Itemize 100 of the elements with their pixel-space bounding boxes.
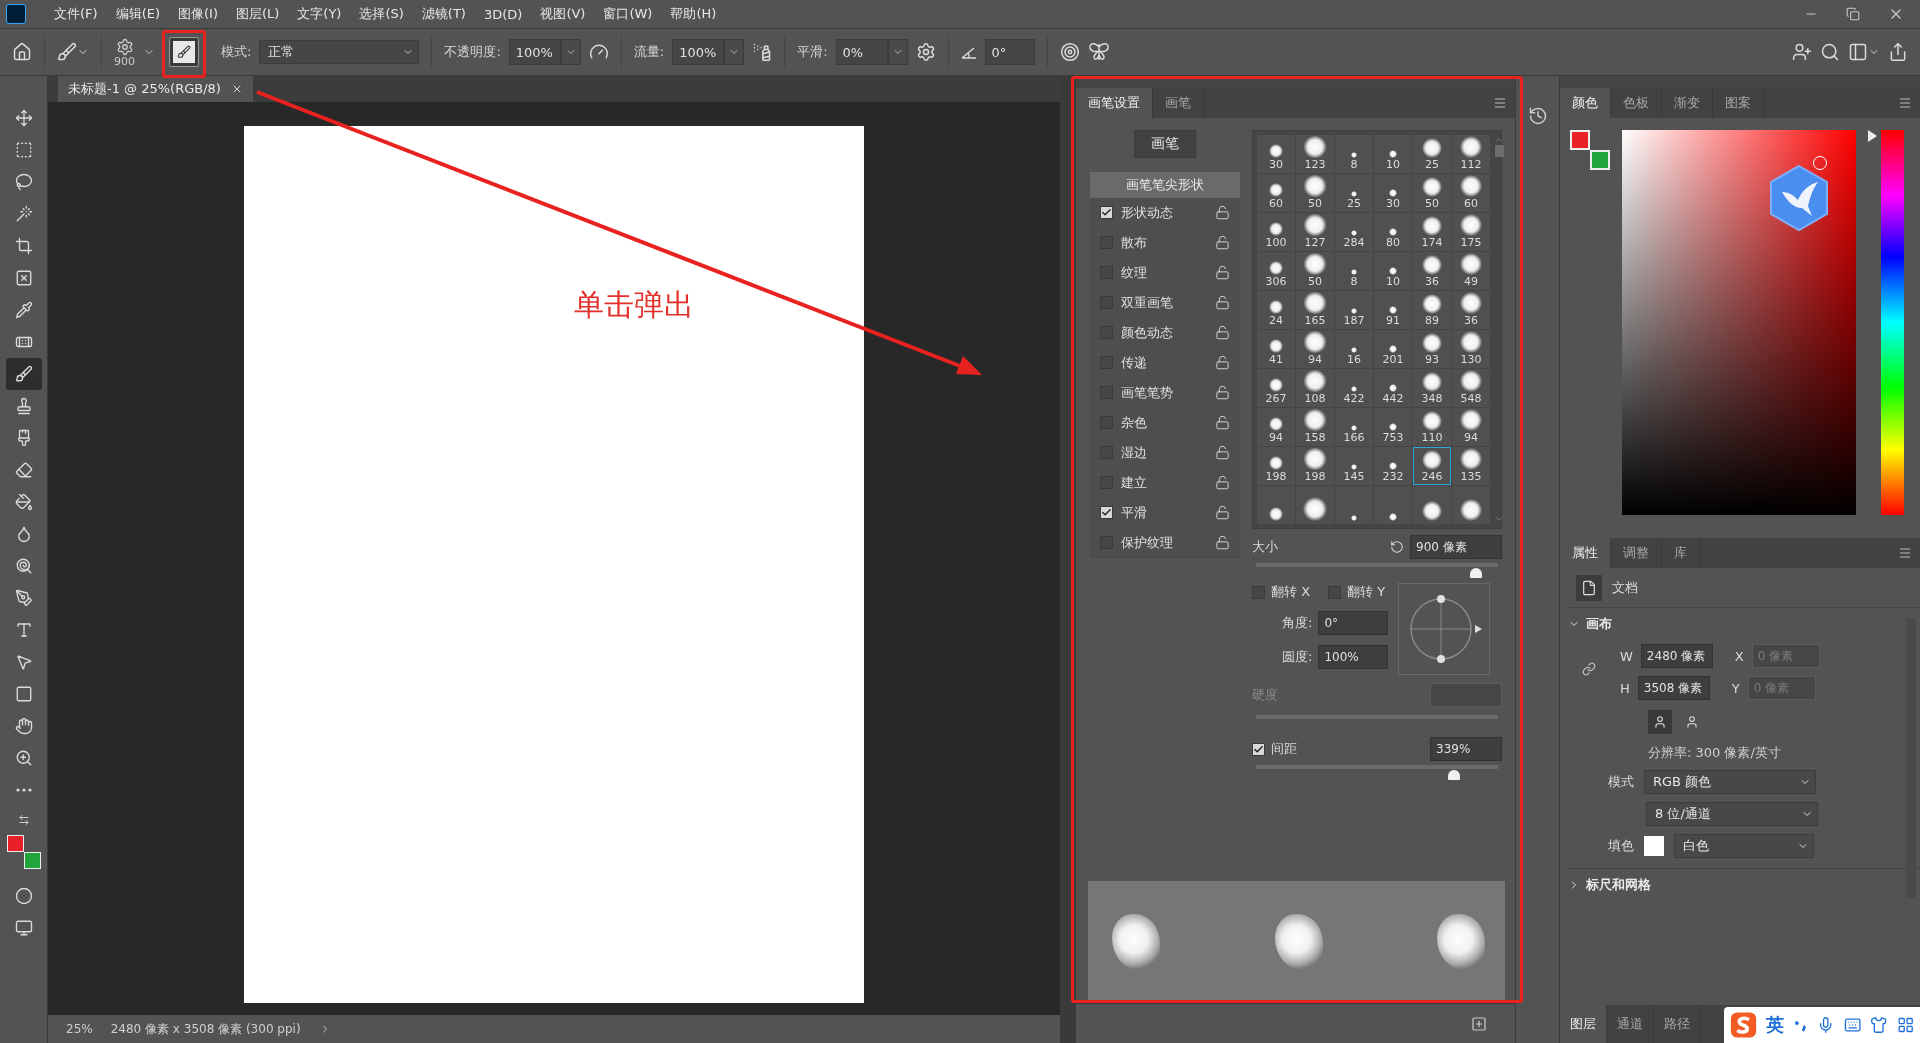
width-field[interactable]: 2480 像素 (1640, 644, 1713, 668)
settings-icon[interactable] (915, 42, 936, 62)
option-row[interactable]: 建立 (1090, 468, 1240, 498)
bit-depth-dropdown[interactable]: 8 位/通道 (1646, 802, 1818, 826)
option-row[interactable]: 双重画笔 (1090, 288, 1240, 318)
color-mode-dropdown[interactable]: RGB 颜色 (1644, 770, 1816, 794)
brush-settings-toggle[interactable] (169, 37, 199, 67)
brush-tip[interactable]: 60 (1452, 174, 1490, 212)
option-row[interactable]: 杂色 (1090, 408, 1240, 438)
quick-mask-icon[interactable] (14, 887, 33, 905)
brush-tip[interactable]: 8 (1335, 252, 1373, 290)
brush-tip[interactable]: 165 (1296, 291, 1334, 329)
scroll-thumb[interactable] (1494, 145, 1504, 157)
brush-tip[interactable]: 306 (1257, 252, 1295, 290)
size-field[interactable]: 900 像素 (1410, 535, 1502, 559)
lock-icon[interactable] (1215, 415, 1230, 430)
lock-icon[interactable] (1215, 385, 1230, 400)
brush-tip[interactable]: 30 (1374, 174, 1412, 212)
menu-item[interactable]: 视图(V) (532, 5, 594, 23)
brush-tip[interactable]: 93 (1413, 330, 1451, 368)
lock-icon[interactable] (1215, 535, 1230, 550)
brush-tip[interactable]: 158 (1296, 408, 1334, 446)
brush-tip[interactable]: 175 (1452, 213, 1490, 251)
menu-item[interactable]: 选择(S) (351, 5, 412, 23)
brush-tip[interactable]: 198 (1296, 447, 1334, 485)
brush-tip[interactable]: 89 (1413, 291, 1451, 329)
lock-icon[interactable] (1215, 445, 1230, 460)
brush-tip[interactable]: 201 (1374, 330, 1412, 368)
brush-tip[interactable] (1296, 486, 1334, 524)
panel-tab[interactable]: 渐变 (1662, 88, 1713, 118)
brush-tip[interactable]: 8 (1335, 135, 1373, 173)
brush-tip[interactable]: 94 (1257, 408, 1295, 446)
brush-tip[interactable] (1413, 486, 1451, 524)
lock-icon[interactable] (1215, 205, 1230, 220)
panel-tab[interactable]: 属性 (1560, 538, 1611, 568)
menu-icon[interactable] (1898, 546, 1912, 560)
foreground-swatch[interactable] (1570, 130, 1590, 150)
brush-tip[interactable]: 108 (1296, 369, 1334, 407)
panel-tab[interactable]: 图层 (1560, 1005, 1607, 1043)
brush-tip[interactable]: 348 (1413, 369, 1451, 407)
menu-item[interactable]: 图像(I) (170, 5, 226, 23)
brush-tip[interactable]: 232 (1374, 447, 1412, 485)
brush-tip[interactable]: 50 (1413, 174, 1451, 212)
brush-tip[interactable]: 123 (1296, 135, 1334, 173)
menu-item[interactable]: 文字(Y) (289, 5, 350, 23)
option-row[interactable]: 画笔笔势 (1090, 378, 1240, 408)
option-row[interactable]: 传递 (1090, 348, 1240, 378)
brush-tip[interactable]: 548 (1452, 369, 1490, 407)
angle-field[interactable]: 0° (1318, 611, 1389, 635)
option-row[interactable]: 保护纹理 (1090, 528, 1240, 558)
smoothing-field[interactable]: 0% (835, 39, 888, 65)
panel-tab[interactable]: 通道 (1607, 1005, 1654, 1043)
brush-tip[interactable]: 10 (1374, 135, 1412, 173)
panel-tab[interactable]: 调整 (1611, 538, 1662, 568)
angle-field[interactable]: 0° (984, 39, 1035, 65)
menu-item[interactable]: 滤镜(T) (413, 5, 474, 23)
checkbox[interactable] (1100, 506, 1113, 519)
option-row[interactable]: 散布 (1090, 228, 1240, 258)
tool-button[interactable] (5, 358, 42, 390)
brush-tip[interactable]: 94 (1452, 408, 1490, 446)
panel-tab[interactable]: 色板 (1611, 88, 1662, 118)
hue-slider[interactable] (1868, 130, 1904, 515)
target-icon[interactable] (1059, 42, 1080, 62)
brush-tip[interactable] (1374, 486, 1412, 524)
ime-logo-icon[interactable] (1730, 1011, 1758, 1039)
brush-tip[interactable]: 16 (1335, 330, 1373, 368)
slider-thumb[interactable] (1470, 568, 1483, 578)
menu-item[interactable]: 3D(D) (475, 6, 531, 22)
shirt-icon[interactable] (1870, 1016, 1888, 1034)
option-row[interactable]: 颜色动态 (1090, 318, 1240, 348)
panel-tab[interactable]: 画笔 (1153, 88, 1204, 118)
brush-tip[interactable]: 49 (1452, 252, 1490, 290)
grid-icon[interactable] (1896, 1016, 1914, 1034)
brush-tip[interactable] (1257, 486, 1295, 524)
brush-tip[interactable]: 110 (1413, 408, 1451, 446)
brush-tip[interactable]: 166 (1335, 408, 1373, 446)
brush-tip[interactable]: 25 (1335, 174, 1373, 212)
menu-item[interactable]: 文件(F) (46, 5, 106, 23)
brush-tip[interactable]: 246 (1413, 447, 1451, 485)
brush-tip[interactable]: 174 (1413, 213, 1451, 251)
link-icon[interactable] (1582, 662, 1596, 676)
brush-tip[interactable]: 442 (1374, 369, 1412, 407)
menu-icon[interactable] (1898, 96, 1912, 110)
lock-icon[interactable] (1215, 295, 1230, 310)
brush-tip[interactable]: 100 (1257, 213, 1295, 251)
brush-tip[interactable] (1452, 486, 1490, 524)
brush-tip[interactable]: 50 (1296, 252, 1334, 290)
swap-colors-icon[interactable] (17, 814, 30, 826)
lock-icon[interactable] (1215, 475, 1230, 490)
panel-tab[interactable]: 画笔设置 (1076, 88, 1153, 118)
menu-item[interactable]: 图层(L) (227, 5, 288, 23)
option-row[interactable]: 湿边 (1090, 438, 1240, 468)
option-row[interactable]: 平滑 (1090, 498, 1240, 528)
section-title[interactable]: 标尺和网格 (1586, 875, 1651, 894)
brush-icon[interactable] (57, 42, 77, 62)
mode-dropdown[interactable]: 正常 (259, 40, 420, 64)
brush-tip[interactable]: 127 (1296, 213, 1334, 251)
brush-tip[interactable]: 30 (1257, 135, 1295, 173)
brush-tip[interactable]: 422 (1335, 369, 1373, 407)
menu-icon[interactable] (1493, 96, 1507, 110)
